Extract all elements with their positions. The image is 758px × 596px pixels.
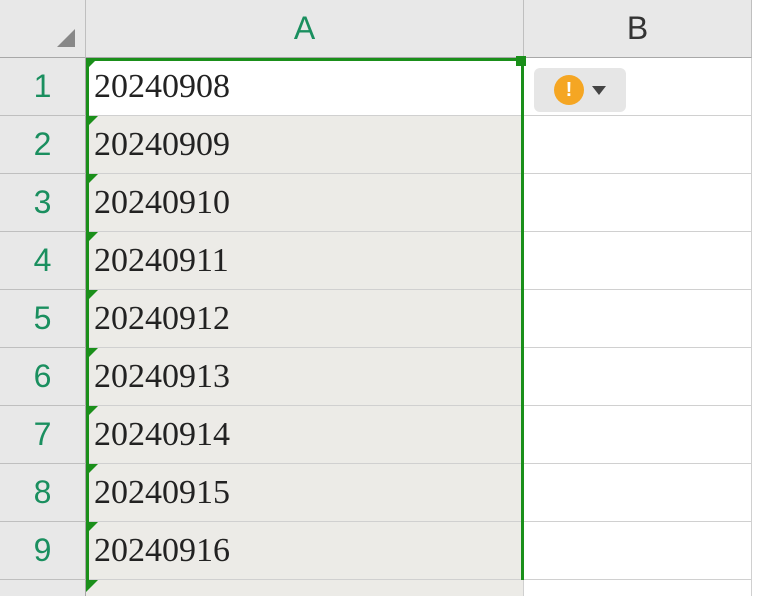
cell-B10[interactable] bbox=[524, 580, 752, 596]
cell-B8[interactable] bbox=[524, 464, 752, 522]
spreadsheet-grid: A B 1 20240908 2 20240909 3 20240910 4 2… bbox=[0, 0, 758, 596]
cell-B9[interactable] bbox=[524, 522, 752, 580]
text-stored-as-number-icon bbox=[86, 406, 98, 418]
error-smart-tag[interactable]: ! bbox=[534, 68, 626, 112]
text-stored-as-number-icon bbox=[86, 116, 98, 128]
text-stored-as-number-icon bbox=[86, 580, 98, 592]
cell-A4[interactable]: 20240911 bbox=[86, 232, 524, 290]
cell-value: 20240911 bbox=[94, 242, 229, 280]
column-header-A[interactable]: A bbox=[86, 0, 524, 58]
cell-value: 20240910 bbox=[94, 184, 230, 222]
text-stored-as-number-icon bbox=[86, 348, 98, 360]
cell-A3[interactable]: 20240910 bbox=[86, 174, 524, 232]
cell-B7[interactable] bbox=[524, 406, 752, 464]
cell-B3[interactable] bbox=[524, 174, 752, 232]
cell-value: 20240913 bbox=[94, 358, 230, 396]
cell-value: 20240908 bbox=[94, 68, 230, 106]
row-header[interactable]: 1 bbox=[0, 58, 86, 116]
row-header[interactable]: 3 bbox=[0, 174, 86, 232]
chevron-down-icon bbox=[592, 86, 606, 95]
cell-B4[interactable] bbox=[524, 232, 752, 290]
text-stored-as-number-icon bbox=[86, 290, 98, 302]
row-header[interactable]: 9 bbox=[0, 522, 86, 580]
cell-A8[interactable]: 20240915 bbox=[86, 464, 524, 522]
cell-A1[interactable]: 20240908 bbox=[86, 58, 524, 116]
cell-value: 20240916 bbox=[94, 532, 230, 570]
cell-A9[interactable]: 20240916 bbox=[86, 522, 524, 580]
warning-icon: ! bbox=[554, 75, 584, 105]
cell-A7[interactable]: 20240914 bbox=[86, 406, 524, 464]
row-header[interactable]: 7 bbox=[0, 406, 86, 464]
cell-A2[interactable]: 20240909 bbox=[86, 116, 524, 174]
cell-value: 20240912 bbox=[94, 300, 230, 338]
text-stored-as-number-icon bbox=[86, 464, 98, 476]
cell-A5[interactable]: 20240912 bbox=[86, 290, 524, 348]
text-stored-as-number-icon bbox=[86, 174, 98, 186]
text-stored-as-number-icon bbox=[86, 522, 98, 534]
row-header[interactable]: 5 bbox=[0, 290, 86, 348]
column-header-B[interactable]: B bbox=[524, 0, 752, 58]
text-stored-as-number-icon bbox=[86, 58, 98, 70]
cell-value: 20240915 bbox=[94, 474, 230, 512]
row-header[interactable]: 2 bbox=[0, 116, 86, 174]
cell-B2[interactable] bbox=[524, 116, 752, 174]
select-all-corner[interactable] bbox=[0, 0, 86, 58]
text-stored-as-number-icon bbox=[86, 232, 98, 244]
row-header[interactable] bbox=[0, 580, 86, 596]
row-header[interactable]: 4 bbox=[0, 232, 86, 290]
fill-handle[interactable] bbox=[516, 56, 526, 66]
row-header[interactable]: 6 bbox=[0, 348, 86, 406]
cell-A10[interactable] bbox=[86, 580, 524, 596]
cell-B6[interactable] bbox=[524, 348, 752, 406]
cell-B5[interactable] bbox=[524, 290, 752, 348]
cell-A6[interactable]: 20240913 bbox=[86, 348, 524, 406]
cell-value: 20240914 bbox=[94, 416, 230, 454]
row-header[interactable]: 8 bbox=[0, 464, 86, 522]
cell-value: 20240909 bbox=[94, 126, 230, 164]
